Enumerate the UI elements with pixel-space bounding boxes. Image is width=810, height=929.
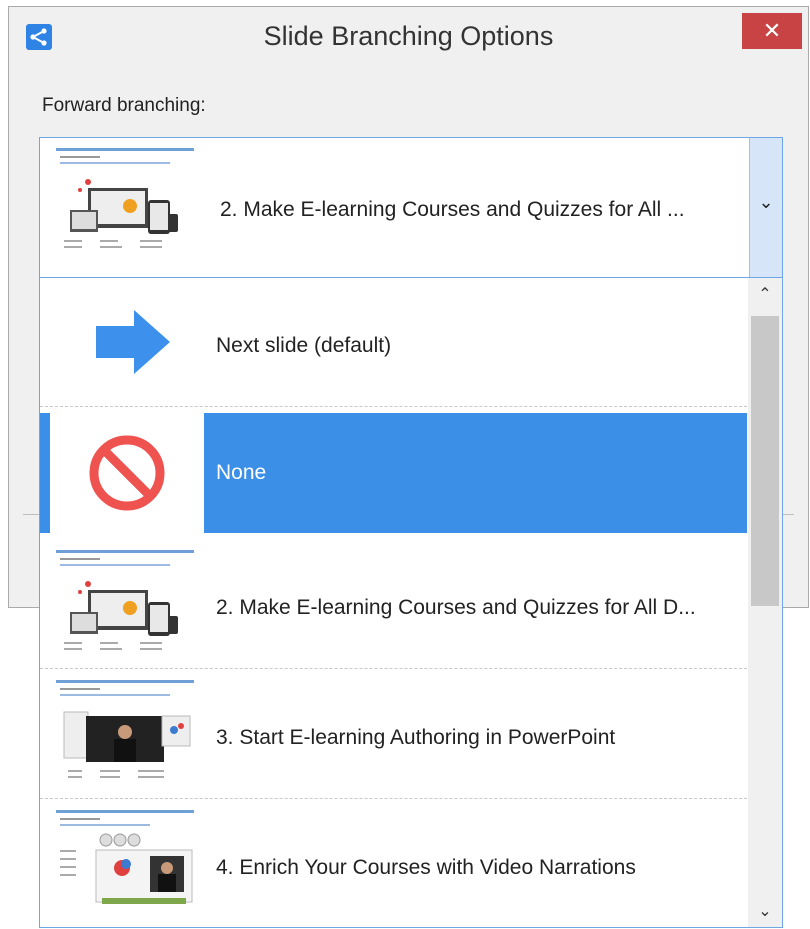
list-item-none[interactable]: None [40, 413, 747, 533]
forward-branching-combobox[interactable]: 2. Make E-learning Courses and Quizzes f… [39, 137, 783, 278]
list-item-next-slide[interactable]: Next slide (default) [40, 278, 747, 407]
no-entry-icon [89, 435, 165, 511]
list-item-slide-3[interactable]: 3. Start E-learning Authoring in PowerPo… [40, 670, 747, 799]
forward-branching-label: Forward branching: [42, 95, 206, 116]
scroll-down-icon[interactable]: ⌄ [748, 901, 782, 921]
combo-selected-text: 2. Make E-learning Courses and Quizzes f… [220, 198, 685, 221]
list-item-label: 4. Enrich Your Courses with Video Narrat… [216, 856, 636, 879]
title-bar: Slide Branching Options ✕ [9, 7, 808, 71]
list-item-slide-2[interactable]: 2. Make E-learning Courses and Quizzes f… [40, 540, 747, 669]
thumbnail-frame [50, 413, 204, 533]
arrow-right-icon [96, 310, 170, 374]
chevron-down-icon: ⌄ [758, 192, 774, 212]
slide-thumbnail-icon [50, 806, 200, 922]
list-item-label: 3. Start E-learning Authoring in PowerPo… [216, 726, 616, 749]
slide-thumbnail-icon [50, 546, 200, 662]
list-item-slide-4[interactable]: 4. Enrich Your Courses with Video Narrat… [40, 800, 747, 927]
window-title: Slide Branching Options [263, 21, 554, 51]
dropdown-list[interactable]: Next slide (default) None 2. Make E-lear… [39, 277, 783, 928]
slide-thumbnail-icon [50, 676, 200, 792]
list-item-label: 2. Make E-learning Courses and Quizzes f… [216, 596, 696, 619]
combo-dropdown-button[interactable]: ⌄ [749, 138, 782, 277]
list-item-label: Next slide (default) [216, 334, 392, 357]
vertical-scrollbar[interactable]: ⌃ ⌄ [748, 278, 782, 927]
slide-thumbnail-icon [50, 144, 200, 260]
scroll-up-icon[interactable]: ⌃ [748, 284, 782, 304]
scroll-thumb[interactable] [751, 316, 779, 606]
list-item-label: None [216, 461, 267, 484]
close-button[interactable]: ✕ [742, 13, 802, 49]
